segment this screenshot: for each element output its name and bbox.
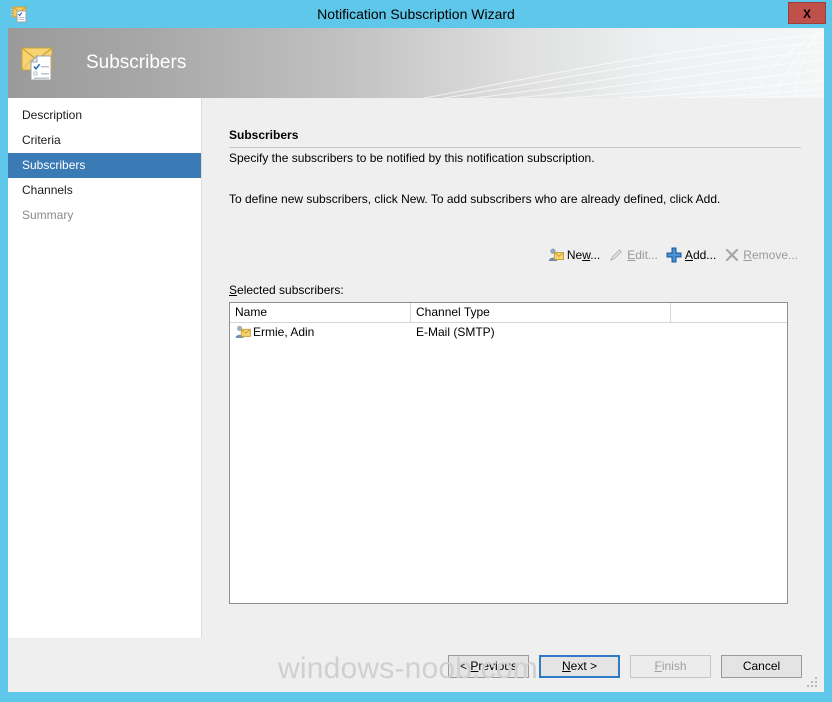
sidebar-item-subscribers[interactable]: Subscribers: [8, 153, 201, 178]
sidebar-item-criteria[interactable]: Criteria: [8, 128, 201, 153]
cell-name-text: Ermie, Adin: [253, 325, 315, 339]
selected-subscribers-label: Selected subscribers:: [229, 283, 344, 297]
title-bar: Notification Subscription Wizard X: [0, 0, 832, 28]
wizard-navigation-buttons: < Previous Next > Finish Cancel: [448, 655, 802, 678]
sidebar-item-description[interactable]: Description: [8, 103, 201, 128]
new-subscriber-label: New...: [566, 248, 601, 262]
window-title: Notification Subscription Wizard: [317, 6, 515, 22]
gray-x-icon: [724, 247, 740, 263]
wizard-step-nav: Description Criteria Subscribers Channel…: [8, 98, 202, 638]
blue-plus-icon: [666, 247, 682, 263]
remove-subscriber-label: Remove...: [743, 248, 798, 262]
cancel-button[interactable]: Cancel: [721, 655, 802, 678]
user-mail-icon: [235, 324, 251, 340]
new-subscriber-button[interactable]: New...: [544, 244, 604, 266]
sidebar-item-summary: Summary: [22, 208, 74, 222]
wizard-content: Subscribers Specify the subscribers to b…: [202, 98, 824, 638]
close-icon[interactable]: X: [788, 2, 826, 24]
column-header-name[interactable]: Name: [230, 303, 411, 322]
banner-title: Subscribers: [86, 52, 187, 73]
resize-grip[interactable]: [806, 676, 819, 689]
wizard-window: Notification Subscription Wizard X Subsc…: [0, 0, 832, 702]
user-mail-new-icon: [548, 247, 564, 263]
cell-channel-type: E-Mail (SMTP): [416, 325, 495, 339]
title-divider: [229, 147, 801, 148]
page-description-secondary: To define new subscribers, click New. To…: [229, 192, 721, 206]
next-button[interactable]: Next >: [539, 655, 620, 678]
envelope-checklist-icon: [20, 42, 66, 86]
sidebar-item-channels[interactable]: Channels: [8, 178, 201, 203]
wizard-footer: < Previous Next > Finish Cancel: [8, 638, 824, 692]
edit-subscriber-label: Edit...: [627, 248, 658, 262]
banner-mesh-decoration: [423, 29, 824, 98]
pencil-icon: [608, 247, 624, 263]
subscribers-toolbar: New... Edit... Add... Remove...: [544, 244, 802, 266]
page-description-primary: Specify the subscribers to be notified b…: [229, 151, 595, 165]
add-subscriber-button[interactable]: Add...: [662, 244, 720, 266]
add-subscriber-label: Add...: [684, 248, 717, 262]
cell-name: Ermie, Adin: [230, 323, 411, 341]
selected-subscribers-list[interactable]: Name Channel Type Ermie, Adin E-Mail (SM…: [229, 302, 788, 604]
table-row[interactable]: Ermie, Adin E-Mail (SMTP): [230, 323, 787, 341]
list-header-row: Name Channel Type: [230, 303, 787, 323]
wizard-banner: Subscribers: [8, 28, 824, 98]
column-header-channel-type[interactable]: Channel Type: [411, 303, 671, 322]
remove-subscriber-button: Remove...: [720, 244, 802, 266]
finish-button: Finish: [630, 655, 711, 678]
previous-button[interactable]: < Previous: [448, 655, 529, 678]
wizard-body: Description Criteria Subscribers Channel…: [8, 98, 824, 638]
edit-subscriber-button: Edit...: [604, 244, 662, 266]
page-title: Subscribers: [229, 128, 299, 142]
column-header-spacer[interactable]: [671, 303, 786, 322]
